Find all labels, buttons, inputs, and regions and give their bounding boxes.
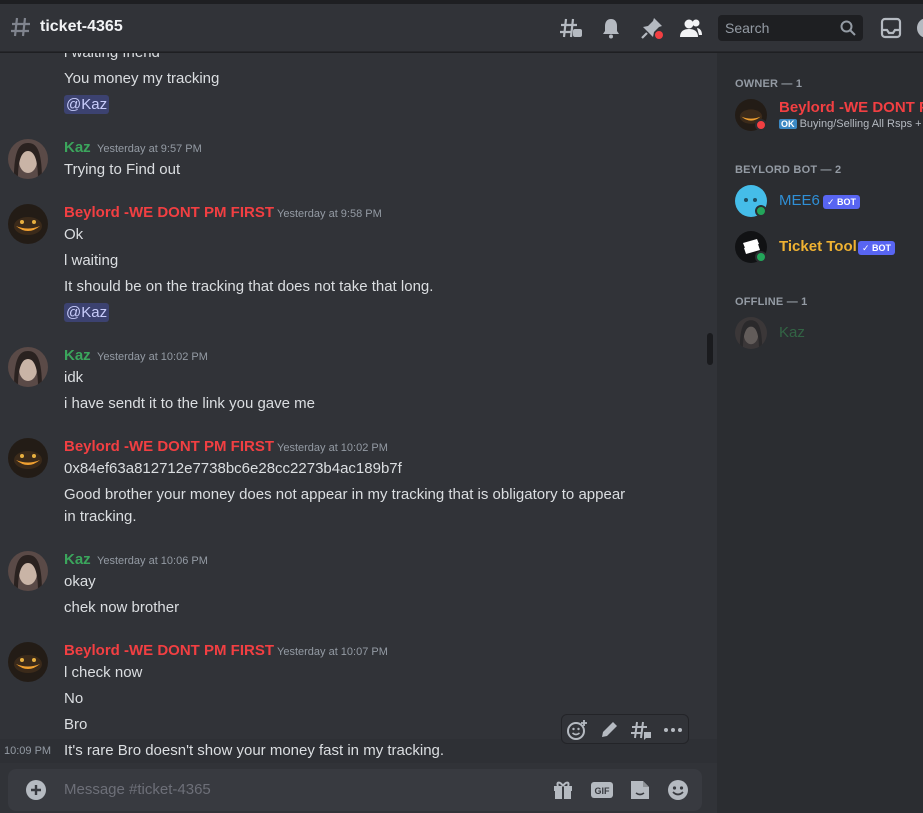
message-text: in tracking. — [64, 508, 137, 525]
gif-icon[interactable]: GIF — [590, 778, 614, 802]
members-section-owner: OWNER — 1 — [735, 78, 803, 90]
bot-badge: ✓ BOT — [858, 241, 896, 255]
avatar[interactable] — [8, 347, 48, 387]
channel-hash-icon — [11, 17, 30, 37]
message-text: Ok — [64, 226, 84, 243]
message-text: 0x84ef63a812712e7738bc6e28cc2273b4ac189b… — [64, 460, 402, 477]
member-list-icon[interactable] — [679, 16, 703, 40]
search-input[interactable]: Search — [718, 15, 863, 41]
message-timestamp: Yesterday at 10:02 PM — [97, 351, 208, 363]
message-author[interactable]: Beylord -WE DONT PM FIRST — [64, 204, 274, 221]
message-text: You money my tracking — [64, 70, 220, 87]
message-actions-toolbar — [561, 714, 689, 744]
edit-pencil-icon[interactable] — [598, 719, 620, 741]
message-text: l waiting — [64, 252, 119, 269]
message-list[interactable]: l waiting friend You money my tracking @… — [0, 53, 717, 813]
member-list: OWNER — 1 Beylord -WE DONT P OK Buying/S… — [717, 53, 923, 813]
member-avatar[interactable] — [735, 317, 767, 349]
ok-emoji-icon: OK — [779, 119, 797, 129]
search-icon — [840, 20, 856, 36]
help-icon[interactable] — [915, 16, 923, 40]
svg-text:GIF: GIF — [595, 786, 611, 796]
avatar[interactable] — [8, 204, 48, 244]
member-custom-status: OK Buying/Selling All Rsps + — [779, 118, 922, 130]
message-text: okay — [64, 573, 96, 590]
message-text: l check now — [64, 664, 143, 681]
message-timestamp: Yesterday at 9:58 PM — [277, 208, 382, 220]
avatar[interactable] — [8, 438, 48, 478]
message-timestamp: Yesterday at 10:07 PM — [277, 646, 388, 658]
members-section-offline: OFFLINE — 1 — [735, 296, 808, 308]
add-reaction-icon[interactable] — [566, 719, 588, 741]
member-status-text: Buying/Selling All Rsps + — [799, 118, 922, 130]
message-author[interactable]: Kaz — [64, 347, 91, 364]
channel-title: ticket-4365 — [40, 18, 123, 35]
mention-kaz[interactable]: @Kaz — [64, 95, 110, 114]
members-section-bots: BEYLORD BOT — 2 — [735, 164, 842, 176]
message-timestamp: Yesterday at 10:06 PM — [97, 555, 208, 567]
search-placeholder: Search — [725, 20, 770, 36]
message-text: It should be on the tracking that does n… — [64, 278, 434, 295]
scrollbar-track[interactable] — [706, 53, 714, 773]
pinned-messages-icon[interactable] — [640, 16, 664, 40]
message-timestamp: Yesterday at 9:57 PM — [97, 143, 202, 155]
message-composer[interactable]: Message #ticket-4365 GIF — [8, 769, 702, 811]
create-thread-icon[interactable] — [630, 719, 652, 741]
notification-bell-icon[interactable] — [599, 16, 623, 40]
inbox-icon[interactable] — [879, 16, 903, 40]
message-timestamp: 10:09 PM — [4, 745, 52, 757]
message-mention[interactable]: @Kaz — [64, 95, 110, 114]
emoji-icon[interactable] — [666, 778, 690, 802]
avatar[interactable] — [8, 551, 48, 591]
mention-kaz[interactable]: @Kaz — [64, 303, 110, 322]
message-text: Good brother your money does not appear … — [64, 486, 626, 503]
member-name[interactable]: Beylord -WE DONT P — [779, 99, 923, 116]
message-author[interactable]: Beylord -WE DONT PM FIRST — [64, 438, 274, 455]
member-name[interactable]: Kaz — [779, 324, 805, 341]
avatar[interactable] — [8, 642, 48, 682]
message-author[interactable]: Kaz — [64, 551, 91, 568]
message-author[interactable]: Beylord -WE DONT PM FIRST — [64, 642, 274, 659]
bot-badge: ✓ BOT — [823, 195, 861, 209]
message-text: i have sendt it to the link you gave me — [64, 395, 315, 412]
member-name[interactable]: Ticket Tool — [779, 238, 857, 255]
threads-icon[interactable] — [559, 16, 583, 40]
scrollbar-thumb[interactable] — [707, 333, 713, 365]
message-text: l waiting friend — [64, 53, 160, 61]
message-timestamp: Yesterday at 10:02 PM — [277, 442, 388, 454]
sticker-icon[interactable] — [628, 778, 652, 802]
message-text: No — [64, 690, 84, 707]
message-text: chek now brother — [64, 599, 180, 616]
avatar[interactable] — [8, 139, 48, 179]
message-text: idk — [64, 369, 84, 386]
member-name[interactable]: MEE6 — [779, 192, 820, 209]
message-text: Bro — [64, 716, 88, 733]
more-options-icon[interactable] — [662, 719, 684, 741]
message-author[interactable]: Kaz — [64, 139, 91, 156]
gift-icon[interactable] — [551, 778, 575, 802]
online-status-icon — [755, 205, 767, 217]
channel-header: ticket-4365 Search — [0, 4, 923, 52]
add-attachment-icon[interactable] — [24, 778, 48, 802]
message-input[interactable]: Message #ticket-4365 — [64, 781, 211, 798]
message-text: Trying to Find out — [64, 161, 181, 178]
message-mention[interactable]: @Kaz — [64, 303, 110, 322]
dnd-status-icon — [755, 119, 767, 131]
message-text: It's rare Bro doesn't show your money fa… — [64, 742, 445, 759]
online-status-icon — [755, 251, 767, 263]
